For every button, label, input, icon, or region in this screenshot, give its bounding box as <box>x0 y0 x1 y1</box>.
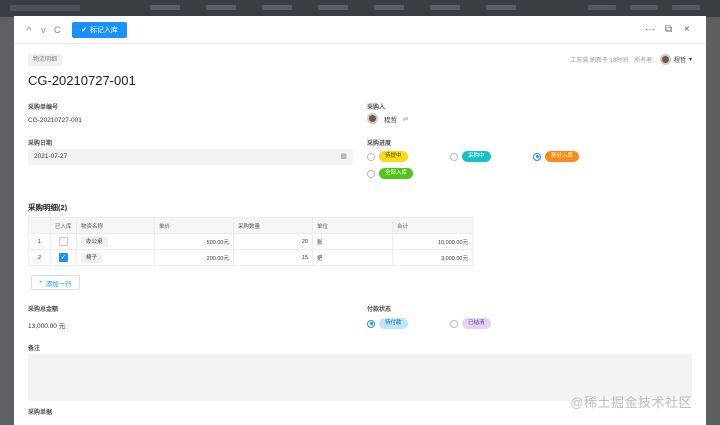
add-row-button[interactable]: + 添加一行 <box>31 275 80 290</box>
progress-option-partial[interactable]: 部分入库 <box>533 151 580 162</box>
progress-pill: 部分入库 <box>545 151 580 162</box>
name-cell[interactable]: 椅子 <box>76 249 155 266</box>
amount-label: 采购总金额 <box>28 307 59 313</box>
row-index: 1 <box>28 233 51 250</box>
owner-label: 所有者: <box>634 58 654 64</box>
progress-pill: 待提中 <box>379 151 408 162</box>
column-header-total: 合计 <box>392 217 473 234</box>
total-cell: 10,000.00元 <box>392 233 473 250</box>
calendar-icon: ▦ <box>340 153 347 160</box>
plus-icon: + <box>39 279 43 286</box>
receipt-label: 采购单据 <box>28 410 53 416</box>
qty-cell[interactable]: 20 <box>233 233 313 250</box>
background-topbar <box>0 0 720 17</box>
row-index: 2 <box>28 249 51 266</box>
background-logo <box>10 5 80 11</box>
owner-avatar <box>659 54 671 65</box>
check-icon: ✔ <box>81 27 87 34</box>
record-meta-text: 工万装 刷新于 18时间 <box>570 58 629 64</box>
mark-received-label: 标记入库 <box>89 27 118 34</box>
payment-label: 付款状态 <box>367 307 392 313</box>
radio-button-selected <box>367 319 375 328</box>
unit-cell[interactable]: 张 <box>312 233 393 250</box>
remark-label: 备注 <box>28 346 41 352</box>
radio-button <box>450 152 458 161</box>
progress-pill: 全部入库 <box>379 168 414 179</box>
qty-cell[interactable]: 15 <box>233 249 313 266</box>
progress-pill: 采购中 <box>462 151 491 162</box>
payment-pill: 待付款 <box>379 318 408 329</box>
received-checkbox[interactable] <box>59 237 68 246</box>
buyer-avatar <box>367 113 378 124</box>
column-header-unit: 单位 <box>312 217 393 234</box>
modal-header: ^ v C ✔ 标记入库 ··· ⧉ × <box>14 16 706 44</box>
table-row[interactable]: 1 办公桌 500.00元 20 张 10,000.00元 <box>28 233 473 250</box>
table-row[interactable]: 2 ✓ 椅子 200.00元 15 把 3,000.00元 <box>28 249 473 266</box>
received-checkbox-checked[interactable]: ✓ <box>59 253 68 262</box>
buyer-field[interactable]: 程哲 ⇄ <box>367 113 408 124</box>
buyer-label: 采购人 <box>367 105 386 111</box>
received-cell: ✓ <box>50 249 77 266</box>
background-toolbar <box>588 5 700 10</box>
close-icon[interactable]: × <box>684 24 690 35</box>
progress-option-purchasing[interactable]: 采购中 <box>450 151 491 162</box>
watermark: @稀土掘金技术社区 <box>570 395 692 410</box>
price-cell[interactable]: 500.00元 <box>154 233 234 250</box>
progress-option-pending[interactable]: 待提中 <box>367 151 408 162</box>
mark-received-button[interactable]: ✔ 标记入库 <box>72 22 127 38</box>
unit-cell[interactable]: 把 <box>312 249 393 266</box>
radio-button <box>367 169 375 178</box>
price-cell[interactable]: 200.00元 <box>154 249 234 266</box>
date-value: 2021-07-27 <box>34 153 68 160</box>
swap-icon[interactable]: ⇄ <box>403 115 408 123</box>
item-name-chip: 办公桌 <box>81 236 108 247</box>
background-left-panel <box>0 17 14 425</box>
record-meta: 工万装 刷新于 18时间 所有者: 程哲 ▾ <box>570 54 692 65</box>
radio-button <box>450 319 458 328</box>
item-name-chip: 椅子 <box>81 252 103 263</box>
order-no-value: CG-20210727-001 <box>28 117 82 124</box>
column-header-qty: 采购数量 <box>233 217 313 234</box>
caret-down-icon: ▾ <box>688 57 692 63</box>
purchase-order-modal: ^ v C ✔ 标记入库 ··· ⧉ × 物流明细 工万装 刷新于 18时间 所… <box>14 16 706 425</box>
received-cell <box>50 233 77 250</box>
table-header-row: 已入库 物资名称 单价 采购数量 单位 合计 <box>28 217 473 234</box>
amount-value: 13,000.00 元 <box>28 323 66 330</box>
detail-section-title: 采购明细(2) <box>28 203 68 212</box>
page-title: CG-20210727-001 <box>28 73 136 88</box>
column-header-index <box>28 217 51 234</box>
more-icon[interactable]: ··· <box>645 24 655 35</box>
radio-button-selected <box>533 152 541 161</box>
background-right-panel <box>706 17 720 425</box>
column-header-price: 单价 <box>154 217 234 234</box>
progress-option-all[interactable]: 全部入库 <box>367 168 414 179</box>
progress-label: 采购进度 <box>367 141 392 147</box>
buyer-name: 程哲 <box>384 116 397 124</box>
name-cell[interactable]: 办公桌 <box>76 233 155 250</box>
order-no-label: 采购单编号 <box>28 105 59 111</box>
background-nav <box>150 5 516 10</box>
date-field[interactable]: 2021-07-27 ▦ <box>28 149 353 165</box>
column-header-received: 已入库 <box>50 217 77 234</box>
chevron-up-icon[interactable]: ^ <box>27 25 31 35</box>
column-header-name: 物资名称 <box>76 217 155 234</box>
payment-pill: 已结清 <box>462 318 491 329</box>
chevron-down-icon[interactable]: v <box>41 25 46 35</box>
refresh-icon[interactable]: C <box>54 25 61 35</box>
total-cell: 3,000.00元 <box>392 249 473 266</box>
date-label: 采购日期 <box>28 141 53 147</box>
expand-icon[interactable]: ⧉ <box>665 24 672 35</box>
owner-selector[interactable]: 程哲 ▾ <box>659 54 692 65</box>
record-type-tag: 物流明细 <box>28 54 63 66</box>
payment-option-unpaid[interactable]: 待付款 <box>367 318 408 329</box>
detail-table: 已入库 物资名称 单价 采购数量 单位 合计 1 办公桌 500.00元 20 … <box>28 217 473 266</box>
payment-option-settled[interactable]: 已结清 <box>450 318 491 329</box>
add-row-label: 添加一行 <box>45 280 72 288</box>
radio-button <box>367 152 375 161</box>
owner-name: 程哲 <box>673 58 686 64</box>
